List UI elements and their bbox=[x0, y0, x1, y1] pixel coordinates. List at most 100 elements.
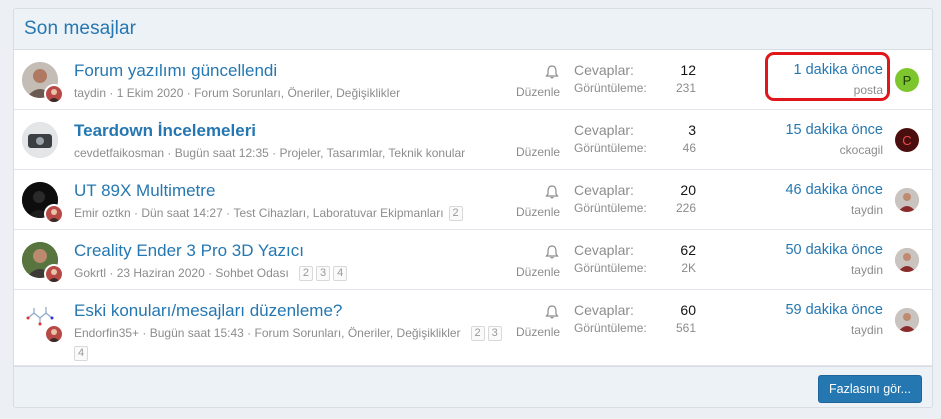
thread-title-link[interactable]: Eski konuları/mesajları düzenleme? bbox=[74, 300, 554, 322]
thread-forum[interactable]: Forum Sorunları, Öneriler, Değişiklikler bbox=[254, 325, 460, 341]
thread-stats: Cevaplar: 12 Görüntüleme: 231 bbox=[574, 62, 696, 95]
thread-date[interactable]: 1 Ekim 2020 bbox=[117, 85, 184, 101]
thread-meta: Emir oztkn · Dün saat 14:27 · Test Cihaz… bbox=[74, 205, 554, 221]
thread-date[interactable]: Bugün saat 15:43 bbox=[150, 325, 244, 341]
thread-row: UT 89X Multimetre Emir oztkn · Dün saat … bbox=[14, 170, 932, 230]
page-link[interactable]: 4 bbox=[74, 346, 89, 361]
views-label: Görüntüleme: bbox=[574, 321, 647, 335]
views-label: Görüntüleme: bbox=[574, 141, 647, 155]
latest-poster-avatar[interactable]: C bbox=[895, 128, 919, 152]
edit-link[interactable]: Düzenle bbox=[516, 145, 560, 159]
page-link[interactable]: 2 bbox=[298, 265, 313, 281]
thread-row: Teardown İncelemeleri cevdetfaikosman · … bbox=[14, 110, 932, 170]
latest-post-time[interactable]: 15 dakika önce bbox=[785, 122, 883, 138]
thread-row: Eski konuları/mesajları düzenleme? Endor… bbox=[14, 290, 932, 366]
latest-poster-avatar[interactable] bbox=[895, 308, 919, 332]
thread-forum[interactable]: Forum Sorunları, Öneriler, Değişiklikler bbox=[194, 85, 400, 101]
thread-title-link[interactable]: Creality Ender 3 Pro 3D Yazıcı bbox=[74, 240, 554, 262]
thread-date[interactable]: Dün saat 14:27 bbox=[141, 205, 222, 221]
bell-icon[interactable] bbox=[544, 244, 560, 260]
author-avatar[interactable] bbox=[22, 182, 64, 224]
thread-stats: Cevaplar: 60 Görüntüleme: 561 bbox=[574, 302, 696, 335]
views-label: Görüntüleme: bbox=[574, 261, 647, 275]
thread-forum[interactable]: Sohbet Odası bbox=[215, 265, 288, 281]
thread-stats: Cevaplar: 62 Görüntüleme: 2K bbox=[574, 242, 696, 275]
last-poster-mini-avatar[interactable] bbox=[44, 324, 64, 344]
latest-post-time[interactable]: 1 dakika önce bbox=[794, 62, 883, 78]
latest-post: 15 dakika önce ckocagil bbox=[785, 122, 883, 157]
thread-title-link[interactable]: UT 89X Multimetre bbox=[74, 180, 554, 202]
thread-author[interactable]: Endorfin35+ bbox=[74, 325, 139, 341]
latest-post: 1 dakika önce posta bbox=[794, 62, 883, 97]
latest-post-user[interactable]: taydin bbox=[785, 263, 883, 277]
thread-date[interactable]: Bugün saat 12:35 bbox=[175, 145, 269, 161]
replies-count: 62 bbox=[680, 242, 696, 258]
edit-link[interactable]: Düzenle bbox=[516, 205, 560, 219]
thread-forum[interactable]: Test Cihazları, Laboratuvar Ekipmanları bbox=[233, 205, 443, 221]
replies-count: 60 bbox=[680, 302, 696, 318]
latest-post-time[interactable]: 50 dakika önce bbox=[785, 242, 883, 258]
user-photo-icon bbox=[895, 188, 919, 212]
latest-post: 46 dakika önce taydin bbox=[785, 182, 883, 217]
bell-icon[interactable] bbox=[544, 304, 560, 320]
author-avatar[interactable] bbox=[22, 242, 64, 284]
views-count: 226 bbox=[675, 201, 696, 215]
author-avatar[interactable] bbox=[22, 302, 64, 344]
thread-row: Creality Ender 3 Pro 3D Yazıcı Gokrtl · … bbox=[14, 230, 932, 290]
page-link[interactable]: 4 bbox=[333, 265, 348, 281]
page-link[interactable]: 2 bbox=[448, 205, 463, 221]
thread-author[interactable]: Emir oztkn bbox=[74, 205, 131, 221]
thread-author[interactable]: cevdetfaikosman bbox=[74, 145, 164, 161]
bell-icon[interactable] bbox=[544, 184, 560, 200]
block-header: Son mesajlar bbox=[14, 9, 932, 50]
latest-poster-avatar[interactable]: P bbox=[895, 68, 919, 92]
views-count: 231 bbox=[675, 81, 696, 95]
thread-row: Forum yazılımı güncellendi taydin · 1 Ek… bbox=[14, 50, 932, 110]
replies-label: Cevaplar: bbox=[574, 182, 634, 198]
replies-label: Cevaplar: bbox=[574, 242, 634, 258]
replies-label: Cevaplar: bbox=[574, 122, 634, 138]
user-photo-icon bbox=[22, 122, 58, 158]
thread-title-link[interactable]: Teardown İncelemeleri bbox=[74, 120, 554, 142]
latest-post-user[interactable]: ckocagil bbox=[785, 143, 883, 157]
last-poster-mini-avatar[interactable] bbox=[44, 84, 64, 104]
latest-poster-avatar[interactable] bbox=[895, 188, 919, 212]
thread-meta: cevdetfaikosman · Bugün saat 12:35 · Pro… bbox=[74, 145, 466, 161]
author-avatar[interactable] bbox=[22, 122, 58, 158]
page-link[interactable]: 3 bbox=[315, 265, 331, 281]
thread-stats: Cevaplar: 3 Görüntüleme: 46 bbox=[574, 122, 696, 155]
latest-poster-avatar[interactable] bbox=[895, 248, 919, 272]
thread-author[interactable]: Gokrtl bbox=[74, 265, 106, 281]
user-photo-icon bbox=[895, 248, 919, 272]
avatar-letter: P bbox=[902, 72, 912, 88]
page-link[interactable]: 3 bbox=[487, 325, 502, 341]
thread-stats: Cevaplar: 20 Görüntüleme: 226 bbox=[574, 182, 696, 215]
page-link[interactable]: 2 bbox=[470, 325, 485, 341]
latest-post: 50 dakika önce taydin bbox=[785, 242, 883, 277]
thread-forum[interactable]: Projeler, Tasarımlar, Teknik konular bbox=[279, 145, 465, 161]
views-label: Görüntüleme: bbox=[574, 81, 647, 95]
latest-post-time[interactable]: 59 dakika önce bbox=[785, 302, 883, 318]
latest-post-user[interactable]: posta bbox=[794, 83, 883, 97]
latest-post-time[interactable]: 46 dakika önce bbox=[785, 182, 883, 198]
latest-post-user[interactable]: taydin bbox=[785, 203, 883, 217]
last-poster-mini-avatar[interactable] bbox=[44, 204, 64, 224]
replies-label: Cevaplar: bbox=[574, 62, 634, 78]
user-photo-icon bbox=[895, 308, 919, 332]
see-more-button[interactable]: Fazlasını gör... bbox=[818, 375, 922, 403]
edit-link[interactable]: Düzenle bbox=[516, 85, 560, 99]
latest-post-user[interactable]: taydin bbox=[785, 323, 883, 337]
latest-posts-block: Son mesajlar Forum yazılımı güncellendi … bbox=[13, 8, 933, 408]
views-count: 561 bbox=[675, 321, 696, 335]
thread-title-link[interactable]: Forum yazılımı güncellendi bbox=[74, 60, 554, 82]
thread-meta: Gokrtl · 23 Haziran 2020 · Sohbet Odası … bbox=[74, 265, 554, 281]
latest-post: 59 dakika önce taydin bbox=[785, 302, 883, 337]
thread-meta: taydin · 1 Ekim 2020 · Forum Sorunları, … bbox=[74, 85, 401, 101]
thread-date[interactable]: 23 Haziran 2020 bbox=[117, 265, 205, 281]
author-avatar[interactable] bbox=[22, 62, 64, 104]
bell-icon[interactable] bbox=[544, 64, 560, 80]
last-poster-mini-avatar[interactable] bbox=[44, 264, 64, 284]
thread-author[interactable]: taydin bbox=[74, 85, 106, 101]
edit-link[interactable]: Düzenle bbox=[516, 325, 560, 339]
edit-link[interactable]: Düzenle bbox=[516, 265, 560, 279]
